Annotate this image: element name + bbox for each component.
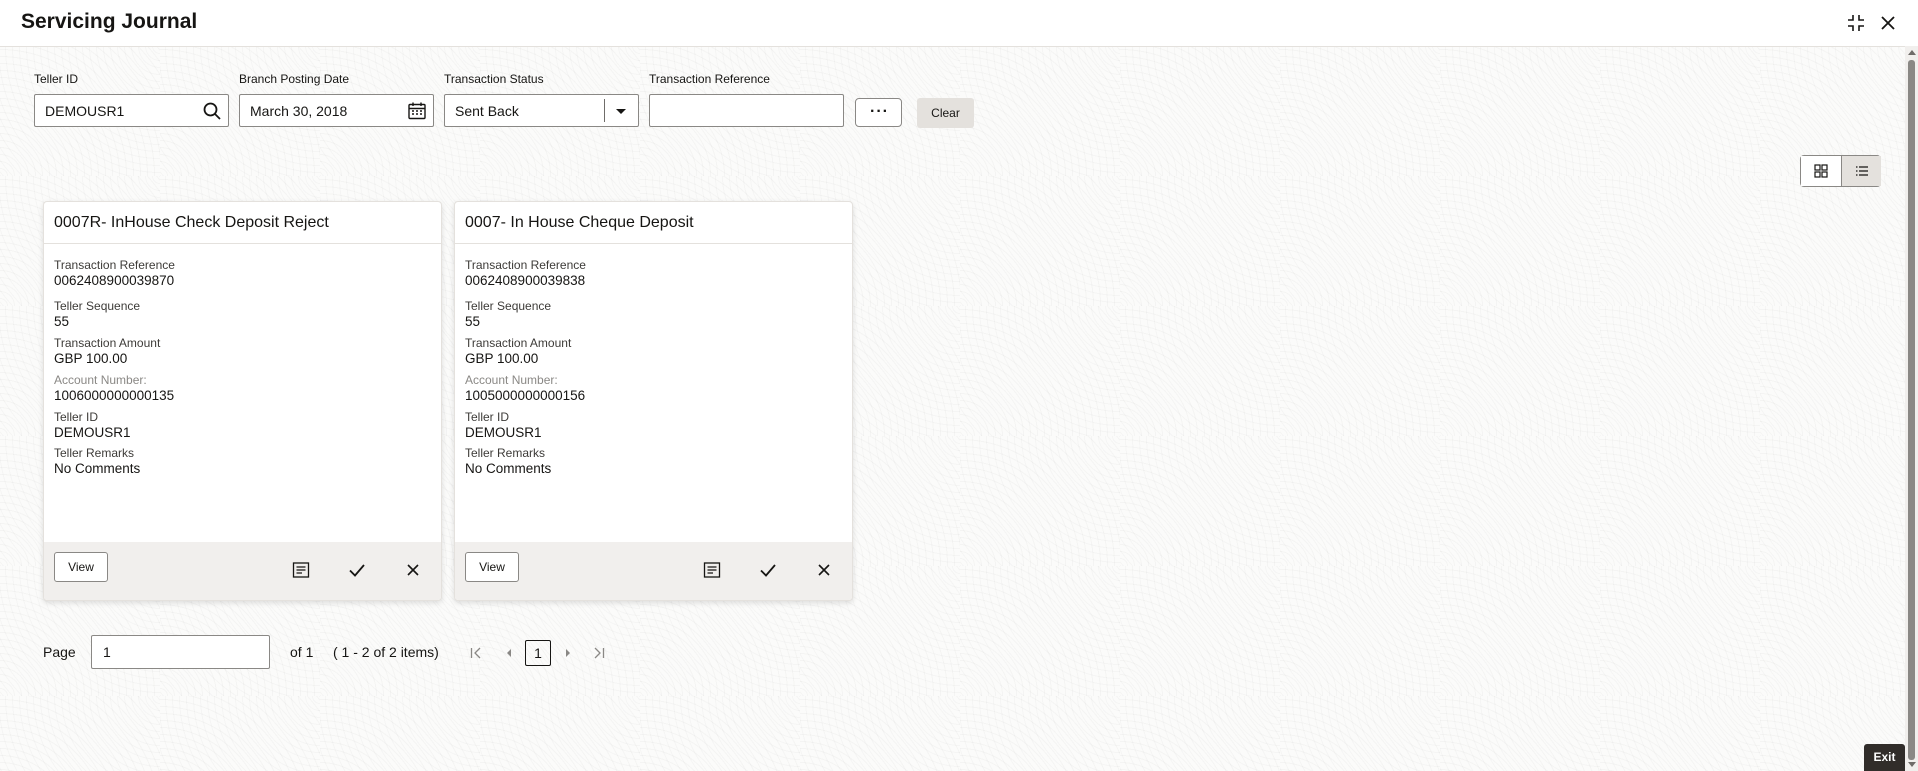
field-label: Transaction Reference (54, 258, 175, 272)
field-label: Account Number: (54, 373, 147, 387)
branch-posting-date-field[interactable]: March 30, 2018 (239, 94, 434, 127)
view-toggle (1800, 155, 1881, 187)
field-value: GBP 100.00 (54, 351, 128, 366)
items-count-label: ( 1 - 2 of 2 items) (333, 644, 439, 660)
card-footer: View (44, 542, 441, 600)
field-value: 1006000000000135 (54, 388, 175, 403)
calendar-icon[interactable] (407, 101, 427, 121)
page-title: Servicing Journal (21, 10, 198, 33)
field-label: Teller Remarks (465, 446, 546, 460)
more-options-button[interactable]: ··· (855, 98, 902, 127)
transaction-status-value: Sent Back (455, 103, 519, 119)
card-field-account-number: Account Number: 1005000000000156 (465, 373, 585, 403)
field-label: Teller Sequence (54, 299, 141, 313)
card-footer: View (455, 542, 852, 600)
field-label: Transaction Amount (465, 336, 572, 350)
field-label: Account Number: (465, 373, 558, 387)
field-label: Teller ID (465, 410, 510, 424)
field-value: DEMOUSR1 (465, 425, 542, 440)
card-field-transaction-reference: Transaction Reference 0062408900039838 (465, 258, 586, 288)
card-field-account-number: Account Number: 1006000000000135 (54, 373, 174, 403)
field-value: No Comments (465, 461, 552, 476)
grid-view-button[interactable] (1801, 156, 1841, 186)
transaction-card: 0007R- InHouse Check Deposit Reject Tran… (43, 201, 442, 601)
clear-button[interactable]: Clear (917, 98, 974, 128)
teller-id-label: Teller ID (34, 72, 79, 86)
scrollbar-thumb[interactable] (1908, 60, 1915, 760)
card-title: 0007R- InHouse Check Deposit Reject (44, 202, 441, 244)
card-title: 0007- In House Cheque Deposit (455, 202, 852, 244)
field-label: Teller ID (54, 410, 99, 424)
field-label: Transaction Amount (54, 336, 161, 350)
notes-icon[interactable] (702, 560, 722, 580)
card-field-teller-remarks: Teller Remarks No Comments (465, 446, 551, 476)
field-value: 1005000000000156 (465, 388, 586, 403)
card-field-teller-id: Teller ID DEMOUSR1 (54, 410, 131, 440)
field-value: 55 (54, 314, 70, 329)
view-button[interactable]: View (54, 552, 108, 582)
transaction-card: 0007- In House Cheque Deposit Transactio… (454, 201, 853, 601)
collapse-icon[interactable] (1845, 12, 1867, 34)
list-view-button[interactable] (1841, 156, 1881, 186)
field-label: Teller Remarks (54, 446, 135, 460)
select-divider (604, 99, 605, 122)
first-page-icon[interactable] (469, 646, 483, 660)
check-icon[interactable] (758, 560, 778, 580)
scroll-down-icon[interactable] (1908, 762, 1916, 767)
card-field-teller-sequence: Teller Sequence 55 (465, 299, 551, 329)
grid-view-icon (1814, 164, 1828, 178)
window-header: Servicing Journal (0, 0, 1918, 47)
field-label: Teller Sequence (465, 299, 552, 313)
page-input[interactable]: 1 (91, 635, 270, 669)
notes-icon[interactable] (291, 560, 311, 580)
page-input-value: 1 (103, 644, 111, 660)
card-field-teller-id: Teller ID DEMOUSR1 (465, 410, 542, 440)
list-view-icon (1856, 166, 1868, 176)
search-icon[interactable] (202, 101, 222, 121)
page-count-label: of 1 (290, 644, 314, 660)
check-icon[interactable] (347, 560, 367, 580)
next-page-icon[interactable] (561, 646, 575, 660)
chevron-down-icon[interactable] (611, 101, 631, 121)
field-value: No Comments (54, 461, 141, 476)
card-field-transaction-reference: Transaction Reference 0062408900039870 (54, 258, 175, 288)
card-field-teller-sequence: Teller Sequence 55 (54, 299, 140, 329)
reject-icon[interactable] (403, 560, 423, 580)
close-icon[interactable] (1877, 12, 1899, 34)
transaction-status-select[interactable]: Sent Back (444, 94, 639, 127)
current-page-button[interactable]: 1 (525, 640, 551, 666)
field-value: 0062408900039838 (465, 273, 586, 288)
field-value: DEMOUSR1 (54, 425, 131, 440)
last-page-icon[interactable] (592, 646, 606, 660)
card-field-transaction-amount: Transaction Amount GBP 100.00 (54, 336, 160, 366)
reject-icon[interactable] (814, 560, 834, 580)
prev-page-icon[interactable] (502, 646, 516, 660)
teller-id-value: DEMOUSR1 (45, 103, 125, 119)
scroll-up-icon[interactable] (1908, 50, 1916, 55)
more-options-label: ··· (870, 103, 889, 120)
field-value: 0062408900039870 (54, 273, 175, 288)
card-field-teller-remarks: Teller Remarks No Comments (54, 446, 140, 476)
field-value: GBP 100.00 (465, 351, 539, 366)
view-button[interactable]: View (465, 552, 519, 582)
exit-button[interactable]: Exit (1864, 744, 1905, 771)
card-field-transaction-amount: Transaction Amount GBP 100.00 (465, 336, 571, 366)
branch-posting-date-value: March 30, 2018 (250, 103, 348, 119)
field-value: 55 (465, 314, 481, 329)
vertical-scrollbar[interactable] (1905, 46, 1918, 771)
transaction-reference-input[interactable] (649, 94, 844, 127)
transaction-reference-label: Transaction Reference (649, 72, 770, 86)
branch-posting-date-label: Branch Posting Date (239, 72, 350, 86)
field-label: Transaction Reference (465, 258, 586, 272)
page-label: Page (43, 644, 76, 660)
teller-id-field[interactable]: DEMOUSR1 (34, 94, 229, 127)
transaction-status-label: Transaction Status (444, 72, 544, 86)
